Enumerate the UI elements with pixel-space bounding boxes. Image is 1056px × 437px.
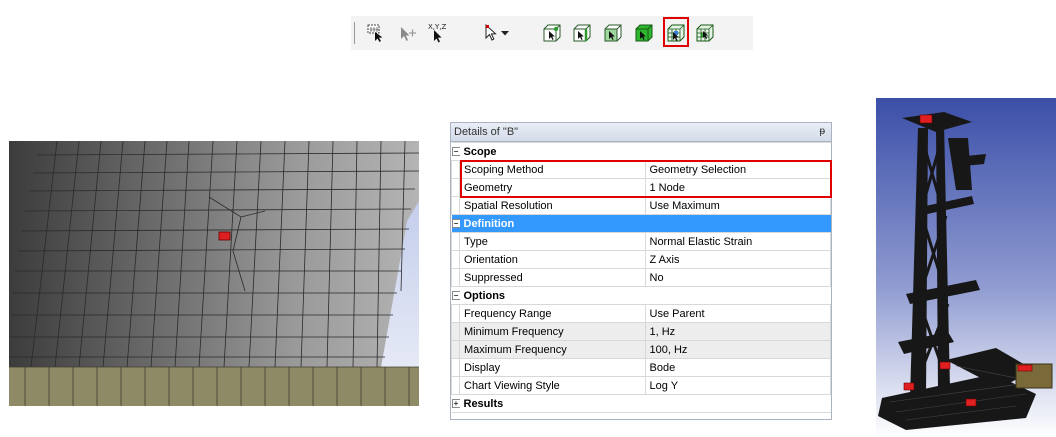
table-row[interactable]: Spatial Resolution Use Maximum — [451, 196, 831, 215]
section-options[interactable]: − Options — [451, 286, 831, 305]
svg-text:000: 000 — [370, 28, 379, 34]
property-key: Spatial Resolution — [459, 196, 646, 215]
property-key: Chart Viewing Style — [459, 376, 646, 395]
table-row[interactable]: Minimum Frequency 1, Hz — [451, 322, 831, 341]
section-label: Definition — [459, 214, 831, 233]
box-select-button[interactable]: 000 — [365, 22, 387, 44]
select-point-icon — [401, 27, 416, 41]
svg-text:X,Y,Z: X,Y,Z — [428, 23, 447, 31]
select-mode-dropdown-icon — [485, 23, 509, 41]
property-key: Frequency Range — [459, 304, 646, 323]
table-row[interactable]: Orientation Z Axis — [451, 250, 831, 269]
property-key: Suppressed — [459, 268, 646, 287]
details-title: Details of "B" — [454, 126, 519, 138]
section-scope[interactable]: − Scope — [451, 142, 831, 161]
pin-icon[interactable]: ᵽ — [819, 123, 825, 141]
property-value[interactable]: Normal Elastic Strain — [644, 232, 831, 251]
select-edge-icon — [573, 24, 591, 42]
property-key: Type — [459, 232, 646, 251]
selected-node-marker[interactable] — [218, 231, 231, 241]
property-value[interactable]: Log Y — [644, 376, 831, 395]
select-body-button[interactable] — [633, 22, 655, 44]
select-mode-dropdown[interactable] — [483, 22, 513, 44]
select-point-button[interactable] — [396, 22, 418, 44]
table-row[interactable]: Frequency Range Use Parent — [451, 304, 831, 323]
section-label: Scope — [459, 142, 831, 161]
collapse-icon[interactable]: − — [451, 219, 460, 229]
toolbar-separator — [354, 22, 355, 44]
property-key: Minimum Frequency — [459, 322, 646, 341]
select-face-button[interactable] — [602, 22, 624, 44]
tower-model-graphic — [876, 98, 1056, 437]
expand-icon[interactable]: + — [451, 399, 460, 409]
property-value[interactable]: 100, Hz — [644, 340, 831, 359]
scope-highlight-box — [460, 160, 832, 198]
property-value[interactable]: Bode — [644, 358, 831, 377]
table-row[interactable]: Display Bode — [451, 358, 831, 377]
collapse-icon[interactable]: − — [451, 147, 460, 157]
xyz-coordinate-select-button[interactable]: X,Y,Z — [427, 22, 449, 44]
section-label: Options — [459, 286, 831, 305]
xyz-coordinate-select-icon: X,Y,Z — [428, 23, 447, 43]
box-select-icon: 000 — [367, 24, 383, 42]
select-mesh-element-icon — [696, 24, 714, 42]
select-edge-button[interactable] — [571, 22, 593, 44]
property-value[interactable]: Z Axis — [644, 250, 831, 269]
tower-model-viewport[interactable] — [876, 98, 1056, 437]
property-key: Display — [459, 358, 646, 377]
select-body-icon — [635, 24, 653, 42]
details-panel: Details of "B" ᵽ − Scope Scoping Method … — [450, 122, 832, 420]
property-value[interactable]: No — [644, 268, 831, 287]
property-value[interactable]: Use Parent — [644, 304, 831, 323]
select-vertex-icon — [543, 24, 561, 42]
mesh-closeup-graphic — [9, 141, 419, 406]
property-value[interactable]: Use Maximum — [644, 196, 831, 215]
select-vertex-button[interactable] — [541, 22, 563, 44]
section-definition[interactable]: − Definition — [451, 214, 831, 233]
table-row[interactable]: Suppressed No — [451, 268, 831, 287]
collapse-icon[interactable]: − — [451, 291, 460, 301]
selected-tool-highlight — [663, 17, 689, 47]
table-row[interactable]: Type Normal Elastic Strain — [451, 232, 831, 251]
property-value[interactable]: 1, Hz — [644, 322, 831, 341]
base-plate — [9, 367, 419, 406]
section-label: Results — [459, 394, 831, 413]
table-row[interactable]: Maximum Frequency 100, Hz — [451, 340, 831, 359]
select-mesh-element-button[interactable] — [694, 22, 716, 44]
select-face-icon — [604, 24, 622, 42]
selection-toolbar: 000 X,Y,Z — [351, 16, 753, 50]
section-results[interactable]: + Results — [451, 394, 831, 413]
property-key: Orientation — [459, 250, 646, 269]
property-key: Maximum Frequency — [459, 340, 646, 359]
mesh-closeup-viewport[interactable] — [9, 141, 419, 406]
table-row[interactable]: Chart Viewing Style Log Y — [451, 376, 831, 395]
details-title-bar: Details of "B" ᵽ — [451, 123, 831, 142]
